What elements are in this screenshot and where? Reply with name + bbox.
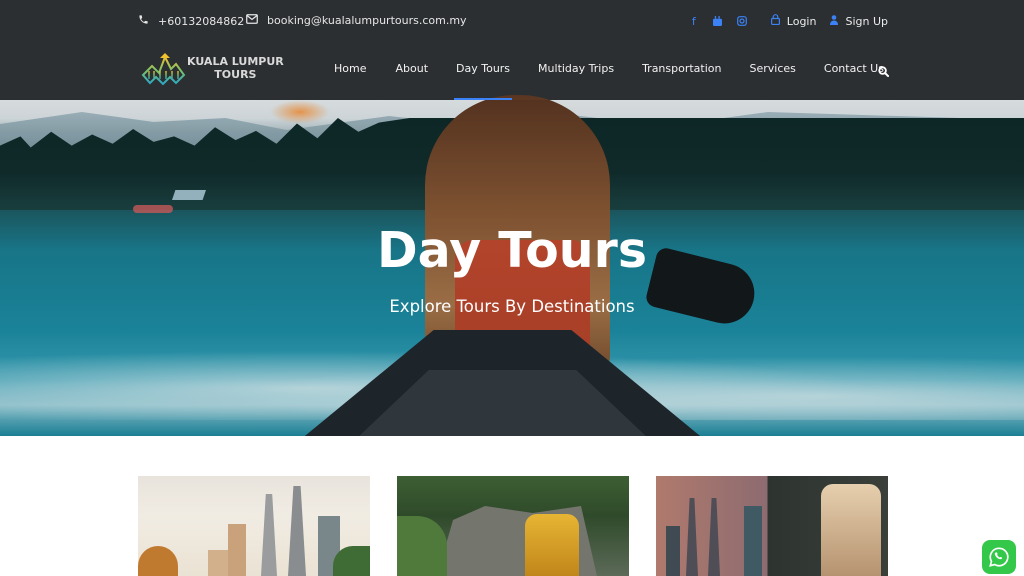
tour-card-city-caves[interactable] bbox=[656, 476, 888, 576]
petronas-tower-left bbox=[686, 498, 698, 576]
youtube-icon[interactable] bbox=[713, 16, 723, 26]
signup-link[interactable]: Sign Up bbox=[830, 15, 888, 28]
search-icon[interactable] bbox=[878, 62, 890, 78]
tree bbox=[333, 546, 370, 576]
tree bbox=[138, 546, 178, 576]
main-navbar: KUALA LUMPUR TOURS Home About Day Tours … bbox=[0, 44, 1024, 100]
building bbox=[228, 524, 246, 576]
phone-contact[interactable]: +60132084862 bbox=[138, 14, 244, 28]
instagram-icon[interactable] bbox=[736, 16, 747, 26]
nav-item-services[interactable]: Services bbox=[750, 62, 796, 75]
email-contact[interactable]: booking@kualalumpurtours.com.my bbox=[246, 14, 467, 27]
logo-line-2: TOURS bbox=[214, 68, 257, 81]
page-title: Day Tours bbox=[376, 222, 648, 279]
facebook-icon[interactable]: f bbox=[689, 15, 699, 28]
building bbox=[744, 506, 762, 576]
page-subtitle: Explore Tours By Destinations bbox=[389, 297, 635, 316]
top-bar: +60132084862 booking@kualalumpurtours.co… bbox=[0, 0, 1024, 44]
nav-item-multiday-trips[interactable]: Multiday Trips bbox=[538, 62, 614, 75]
envelope-icon bbox=[246, 14, 258, 27]
whatsapp-icon bbox=[989, 547, 1009, 567]
nav-item-about[interactable]: About bbox=[395, 62, 428, 75]
phone-icon bbox=[138, 14, 149, 28]
login-link[interactable]: Login bbox=[770, 14, 817, 28]
tour-card-petronas[interactable] bbox=[138, 476, 370, 576]
top-bar-right: f Login Sign Up bbox=[689, 14, 888, 28]
nav-item-transportation[interactable]: Transportation bbox=[642, 62, 721, 75]
email-address: booking@kualalumpurtours.com.my bbox=[267, 14, 467, 27]
tree bbox=[397, 516, 447, 576]
site-logo[interactable]: KUALA LUMPUR TOURS bbox=[140, 49, 284, 87]
tour-card-batu-caves[interactable] bbox=[397, 476, 629, 576]
logo-line-1: KUALA LUMPUR bbox=[187, 55, 284, 68]
murugan-statue bbox=[821, 484, 881, 576]
nav-item-contact-us[interactable]: Contact Us bbox=[824, 62, 884, 75]
logo-mountain-icon bbox=[141, 53, 186, 86]
user-icon bbox=[830, 14, 839, 28]
logo-text: KUALA LUMPUR TOURS bbox=[187, 55, 284, 81]
phone-number: +60132084862 bbox=[158, 14, 245, 28]
building bbox=[666, 526, 680, 576]
petronas-tower-right bbox=[288, 486, 306, 576]
tour-cards bbox=[138, 476, 888, 576]
petronas-tower-left bbox=[261, 494, 277, 576]
login-label: Login bbox=[786, 14, 817, 28]
whatsapp-button[interactable] bbox=[982, 540, 1016, 574]
golden-statue bbox=[525, 514, 579, 576]
nav-item-day-tours[interactable]: Day Tours bbox=[454, 62, 513, 100]
signup-label: Sign Up bbox=[845, 14, 888, 28]
building bbox=[208, 550, 228, 576]
petronas-tower-right bbox=[708, 498, 720, 576]
nav-menu: Home About Day Tours Multiday Trips Tran… bbox=[334, 62, 884, 100]
lock-icon bbox=[770, 14, 780, 28]
nav-item-home[interactable]: Home bbox=[334, 62, 366, 75]
